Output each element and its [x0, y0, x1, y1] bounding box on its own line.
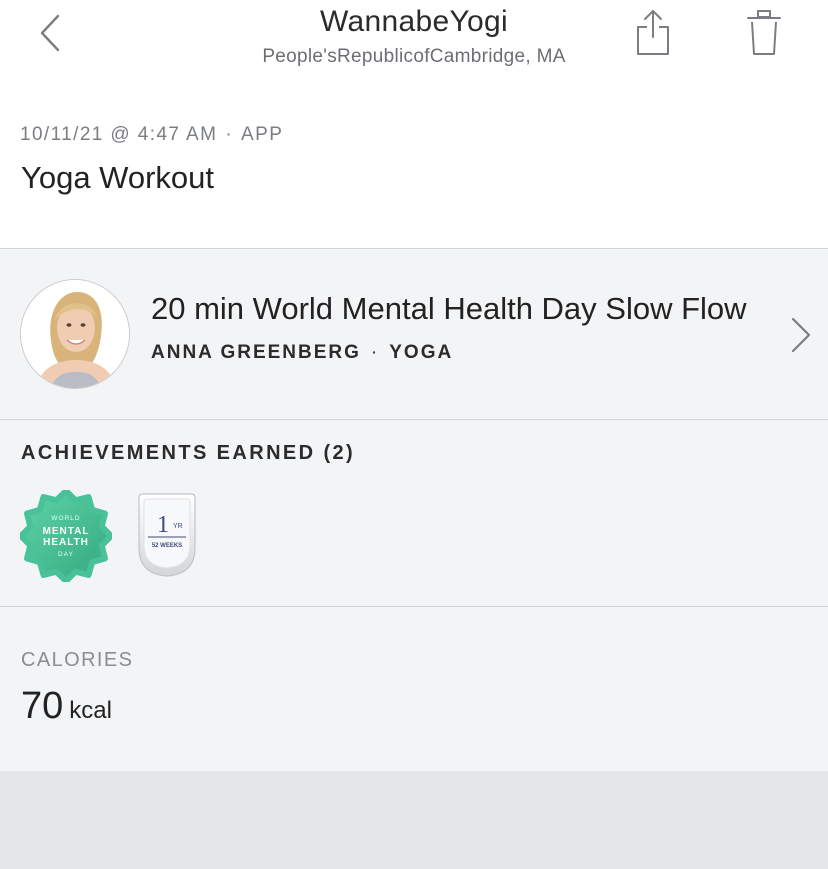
meta-separator: ·	[225, 124, 234, 145]
achievements-heading: ACHIEVEMENTS EARNED (2)	[21, 442, 356, 464]
calories-unit: kcal	[69, 697, 112, 724]
class-separator: ·	[370, 342, 380, 363]
class-subtitle: ANNA GREENBERG · YOGA	[151, 342, 453, 364]
svg-text:WORLD: WORLD	[51, 515, 80, 522]
workout-timestamp: 10/11/21 @ 4:47 AM	[20, 124, 218, 145]
svg-text:DAY: DAY	[58, 551, 74, 558]
one-year-badge[interactable]: 1 YR 52 WEEKS	[133, 492, 201, 578]
instructor-name: ANNA GREENBERG	[151, 342, 361, 363]
svg-text:52 WEEKS: 52 WEEKS	[152, 543, 182, 549]
share-button[interactable]	[634, 8, 672, 58]
calories-number: 70	[21, 685, 64, 727]
chevron-left-icon	[40, 14, 60, 52]
title-block: WannabeYogi People'sRepublicofCambridge,…	[214, 4, 614, 68]
instructor-avatar	[20, 279, 130, 389]
back-button[interactable]	[34, 12, 68, 54]
calories-value: 70 kcal	[21, 685, 112, 728]
class-row[interactable]: 20 min World Mental Health Day Slow Flow…	[0, 249, 828, 420]
user-location: People'sRepublicofCambridge, MA	[262, 46, 566, 67]
workout-source: APP	[241, 124, 284, 145]
calories-section: CALORIES 70 kcal	[0, 607, 828, 771]
svg-text:1: 1	[157, 512, 169, 538]
workout-meta: 10/11/21 @ 4:47 AM · APP	[20, 124, 283, 146]
header: WannabeYogi People'sRepublicofCambridge,…	[0, 0, 828, 249]
workout-title: Yoga Workout	[21, 160, 215, 195]
achievements-section: ACHIEVEMENTS EARNED (2) WORLD MENTAL HEA…	[0, 420, 828, 607]
delete-button[interactable]	[745, 8, 783, 58]
share-icon	[637, 10, 669, 55]
user-name: WannabeYogi	[320, 5, 508, 38]
trash-icon	[747, 10, 781, 55]
class-title: 20 min World Mental Health Day Slow Flow	[151, 291, 747, 326]
class-category: YOGA	[389, 342, 454, 363]
svg-text:YR: YR	[173, 523, 183, 530]
svg-text:MENTAL: MENTAL	[43, 526, 90, 537]
calories-label: CALORIES	[21, 649, 134, 671]
chevron-right-icon	[791, 317, 811, 353]
world-mental-health-day-badge[interactable]: WORLD MENTAL HEALTH DAY	[18, 488, 114, 584]
svg-text:HEALTH: HEALTH	[43, 537, 89, 548]
